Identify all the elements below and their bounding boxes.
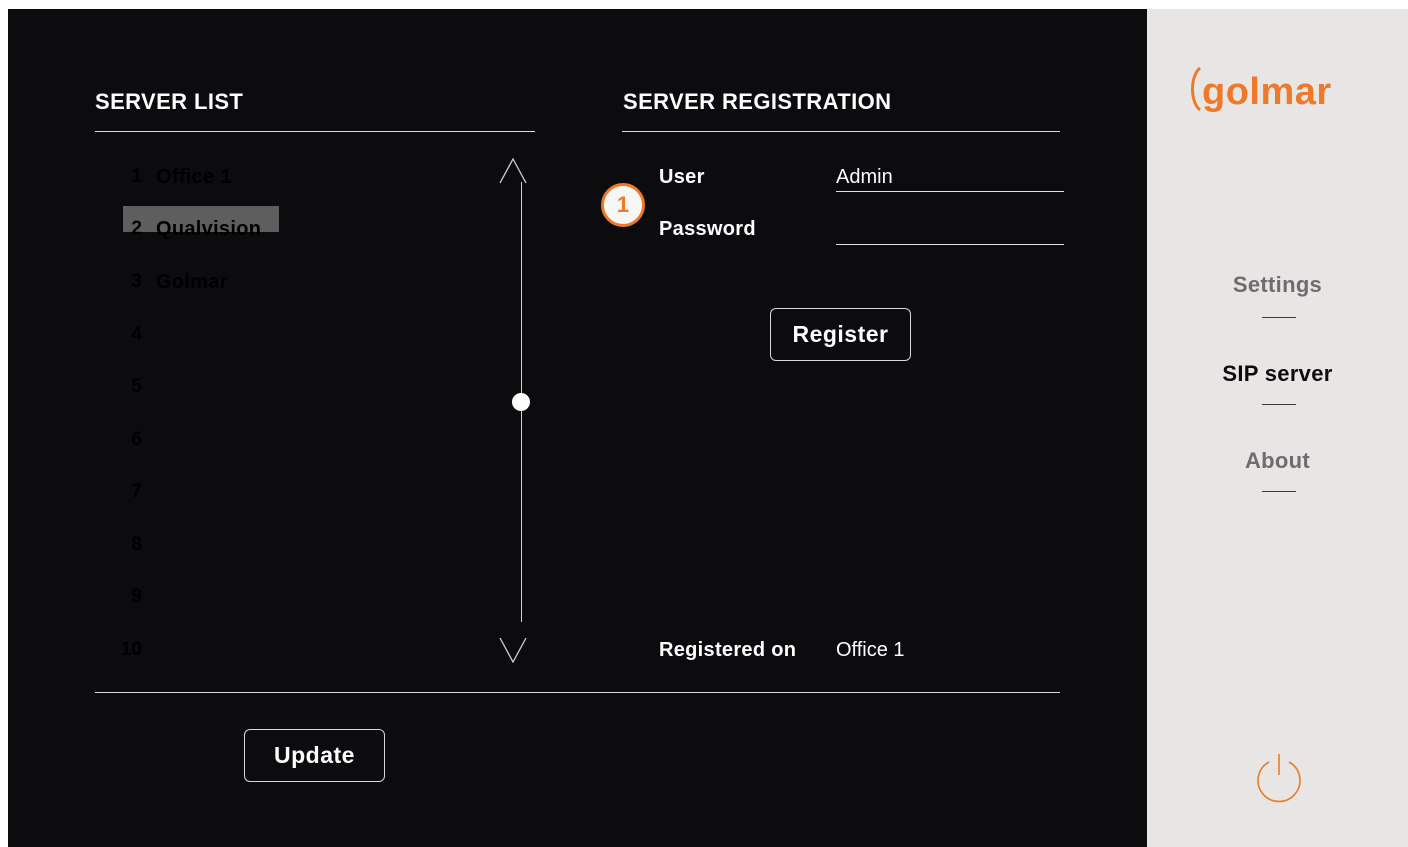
menu-separator [1262, 404, 1296, 405]
user-field-underline [836, 191, 1064, 192]
server-row-name: Golmar [156, 271, 228, 293]
chevron-up-icon[interactable] [499, 158, 527, 184]
password-field[interactable] [836, 218, 1064, 242]
server-row-number: 8 [131, 534, 142, 555]
menu-separator [1262, 317, 1296, 318]
sidebar [1147, 9, 1408, 847]
server-row-number: 3 [131, 271, 142, 292]
registered-on-label: Registered on [659, 639, 797, 661]
chevron-down-icon[interactable] [499, 637, 527, 663]
server-list-title: SERVER LIST [95, 89, 244, 114]
registered-on-value: Office 1 [836, 639, 905, 661]
server-row-8[interactable]: 8 [122, 532, 422, 558]
server-row-2[interactable]: 2 Qualvision [122, 216, 422, 242]
server-row-number: 9 [131, 586, 142, 607]
bottom-divider [95, 692, 1060, 693]
server-row-number: 7 [131, 481, 142, 502]
menu-separator [1262, 491, 1296, 492]
server-row-9[interactable]: 9 [122, 584, 422, 610]
server-row-10[interactable]: 10 [121, 637, 422, 663]
scrollbar-thumb[interactable] [512, 393, 530, 411]
menu-item-sip-server[interactable]: SIP server [1147, 361, 1408, 387]
server-row-6[interactable]: 6 [122, 427, 422, 453]
server-registration-divider [622, 131, 1060, 132]
menu-item-settings[interactable]: Settings [1147, 272, 1408, 298]
server-row-name: Office 1 [156, 166, 232, 188]
menu-item-about[interactable]: About [1147, 448, 1408, 474]
server-row-number: 1 [131, 166, 142, 187]
server-row-1[interactable]: 1 Office 1 [122, 164, 422, 190]
user-field[interactable]: Admin [836, 166, 893, 189]
password-field-underline [836, 244, 1064, 245]
power-icon[interactable] [1253, 753, 1305, 805]
server-list-divider [95, 131, 535, 132]
server-row-5[interactable]: 5 [122, 374, 422, 400]
server-row-number: 4 [131, 324, 142, 345]
server-row-name: Qualvision [156, 218, 262, 240]
user-label: User [659, 166, 705, 188]
server-row-number: 5 [131, 376, 142, 397]
password-label: Password [659, 218, 756, 240]
server-row-4[interactable]: 4 [122, 322, 422, 348]
register-button[interactable]: Register [770, 308, 911, 361]
server-registration-title: SERVER REGISTRATION [623, 89, 892, 114]
golmar-logo: golmar [1191, 66, 1332, 113]
server-row-number: 10 [120, 639, 142, 660]
callout-badge: 1 [601, 183, 645, 227]
server-row-7[interactable]: 7 [122, 479, 422, 505]
server-row-number: 6 [131, 429, 142, 450]
server-row-3[interactable]: 3 Golmar [122, 269, 422, 295]
update-button[interactable]: Update [244, 729, 385, 782]
server-row-number: 2 [131, 218, 142, 239]
logo-text: golmar [1202, 71, 1332, 113]
